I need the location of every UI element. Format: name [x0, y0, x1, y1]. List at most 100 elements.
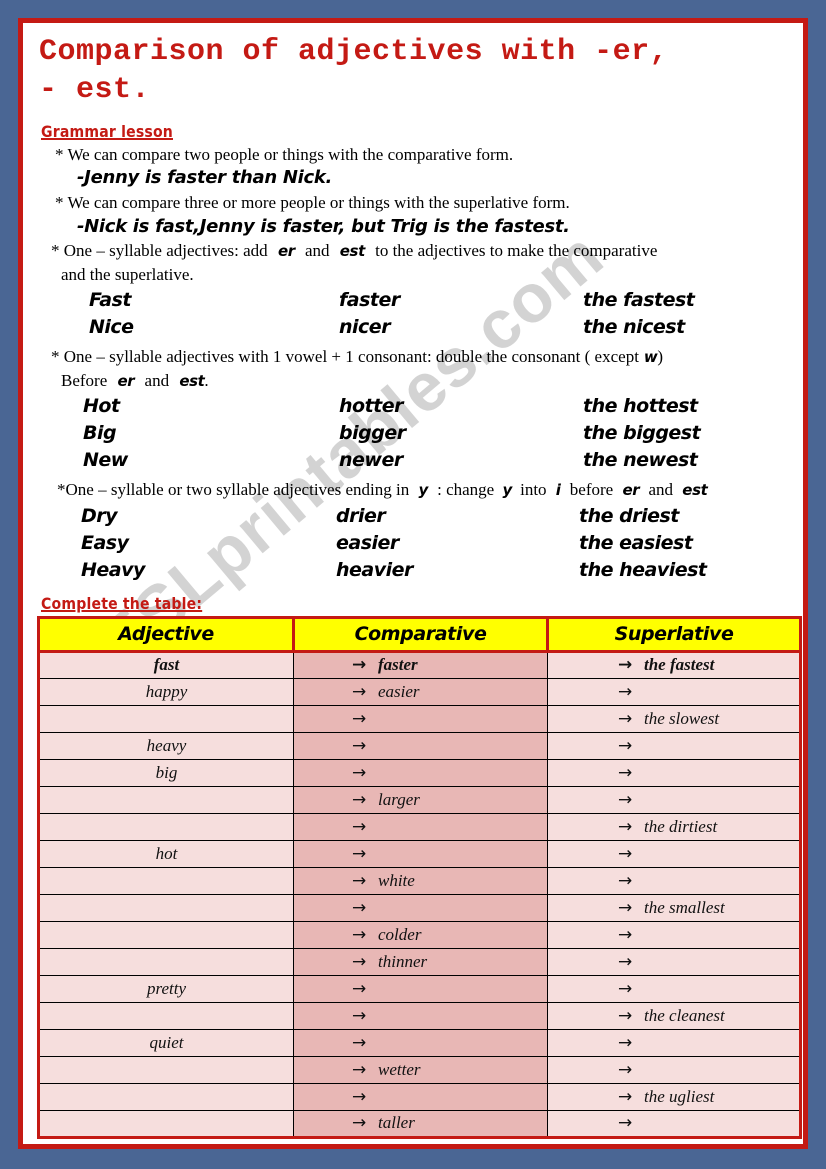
arrow-icon: →: [618, 1005, 633, 1026]
cell-superlative[interactable]: →: [547, 1028, 801, 1057]
cell-comparative[interactable]: →: [293, 758, 548, 787]
table-row: → colder →: [38, 920, 801, 949]
cell-superlative[interactable]: → the fastest: [547, 650, 801, 679]
cell-comparative[interactable]: →: [293, 839, 548, 868]
cell-adjective[interactable]: [38, 1001, 294, 1030]
cell-superlative[interactable]: →: [547, 866, 801, 895]
cell-comparative-text: white: [378, 870, 415, 890]
cell-comparative[interactable]: →: [293, 812, 548, 841]
cell-comparative[interactable]: → colder: [293, 920, 548, 949]
cell-adjective[interactable]: [38, 785, 294, 814]
cell-adjective[interactable]: [38, 1082, 294, 1111]
cell-adjective[interactable]: [38, 893, 294, 922]
cell-adjective[interactable]: [38, 1055, 294, 1084]
cell-superlative[interactable]: → the ugliest: [547, 1082, 801, 1111]
grammar-rule-3-a: * One – syllable adjectives: add: [51, 241, 268, 261]
cell-comparative[interactable]: →: [293, 974, 548, 1003]
table-header-row: Adjective Comparative Superlative: [37, 615, 802, 653]
cell-comparative-text: thinner: [378, 951, 428, 971]
example-base: Heavy: [81, 558, 145, 581]
grammar-rule-5: *One – syllable or two syllable adjectiv…: [31, 478, 795, 501]
example-superlative: the biggest: [583, 422, 701, 445]
cell-adjective[interactable]: quiet: [38, 1028, 294, 1057]
example-superlative: the nicest: [583, 316, 685, 339]
cell-superlative[interactable]: →: [547, 947, 801, 976]
cell-adjective[interactable]: [38, 947, 294, 976]
example-base: Nice: [89, 316, 134, 339]
table-row: → thinner →: [38, 947, 801, 976]
arrow-icon: →: [352, 1032, 367, 1053]
cell-adjective[interactable]: [38, 920, 294, 949]
arrow-icon: →: [352, 870, 367, 891]
cell-comparative[interactable]: →: [293, 1082, 548, 1111]
column-header-comparative: Comparative: [292, 615, 549, 653]
cell-adjective[interactable]: big: [38, 758, 294, 787]
arrow-icon: →: [352, 655, 367, 676]
and-label: and: [144, 370, 170, 390]
exercise-table-body: fast → faster → the fastest happy → easier → → → th…: [38, 650, 801, 1138]
arrow-icon: →: [618, 681, 633, 702]
cell-comparative[interactable]: → thinner: [293, 947, 548, 976]
cell-adjective[interactable]: [38, 812, 294, 841]
cell-superlative[interactable]: →: [547, 839, 801, 868]
cell-superlative[interactable]: →: [547, 758, 801, 787]
cell-superlative[interactable]: →: [547, 974, 801, 1003]
cell-superlative[interactable]: → the smallest: [547, 893, 801, 922]
cell-comparative[interactable]: →: [293, 893, 548, 922]
cell-adjective[interactable]: [38, 866, 294, 895]
cell-superlative[interactable]: →: [547, 677, 801, 706]
cell-comparative-text: easier: [378, 681, 420, 701]
cell-comparative[interactable]: → faster: [293, 650, 548, 679]
example-comparative: faster: [339, 289, 400, 312]
arrow-icon: →: [352, 924, 367, 945]
cell-comparative[interactable]: →: [293, 1001, 548, 1030]
grammar-rule-5-c: into: [520, 480, 547, 500]
cell-comparative[interactable]: →: [293, 704, 548, 733]
cell-comparative[interactable]: → wetter: [293, 1055, 548, 1084]
table-row: big → →: [38, 758, 801, 787]
cell-comparative[interactable]: → easier: [293, 677, 548, 706]
cell-superlative[interactable]: →: [547, 920, 801, 949]
cell-comparative[interactable]: → larger: [293, 785, 548, 814]
cell-superlative[interactable]: →: [547, 1055, 801, 1084]
letter-y: y: [502, 481, 512, 500]
arrow-icon: →: [618, 816, 633, 837]
cell-comparative[interactable]: → white: [293, 866, 548, 895]
example-comparative: heavier: [336, 558, 413, 581]
cell-adjective[interactable]: fast: [38, 650, 294, 679]
cell-superlative[interactable]: → the dirtiest: [547, 812, 801, 841]
table-row: → white →: [38, 866, 801, 895]
cell-superlative[interactable]: →: [547, 1109, 801, 1138]
table-row: → → the ugliest: [38, 1082, 801, 1111]
cell-adjective[interactable]: happy: [38, 677, 294, 706]
cell-adjective[interactable]: [38, 1109, 294, 1138]
cell-superlative[interactable]: → the cleanest: [547, 1001, 801, 1030]
table-row: quiet → →: [38, 1028, 801, 1057]
example-base: Big: [83, 422, 117, 445]
page-title: Comparison of adjectives with -er, - est…: [39, 35, 669, 108]
arrow-icon: →: [618, 897, 633, 918]
grammar-rule-4-text: * One – syllable adjectives with 1 vowel…: [51, 347, 639, 367]
arrow-icon: →: [618, 924, 633, 945]
cell-adjective[interactable]: pretty: [38, 974, 294, 1003]
arrow-icon: →: [352, 789, 367, 810]
cell-comparative-text: wetter: [378, 1059, 421, 1079]
cell-superlative[interactable]: →: [547, 785, 801, 814]
cell-superlative[interactable]: →: [547, 731, 801, 760]
arrow-icon: →: [618, 762, 633, 783]
cell-adjective[interactable]: hot: [38, 839, 294, 868]
cell-comparative[interactable]: → taller: [293, 1109, 548, 1138]
example-superlative: the heaviest: [579, 558, 707, 581]
before-label: Before: [61, 370, 108, 390]
arrow-icon: →: [352, 681, 367, 702]
example-comparative: drier: [336, 504, 386, 527]
cell-adjective[interactable]: [38, 704, 294, 733]
grammar-rule-3-b: and: [304, 241, 330, 261]
arrow-icon: →: [618, 951, 633, 972]
grammar-rule-3: * One – syllable adjectives: add er and …: [31, 239, 795, 262]
arrow-icon: →: [352, 708, 367, 729]
cell-comparative[interactable]: →: [293, 1028, 548, 1057]
cell-comparative[interactable]: →: [293, 731, 548, 760]
cell-superlative[interactable]: → the slowest: [547, 704, 801, 733]
cell-adjective[interactable]: heavy: [38, 731, 294, 760]
